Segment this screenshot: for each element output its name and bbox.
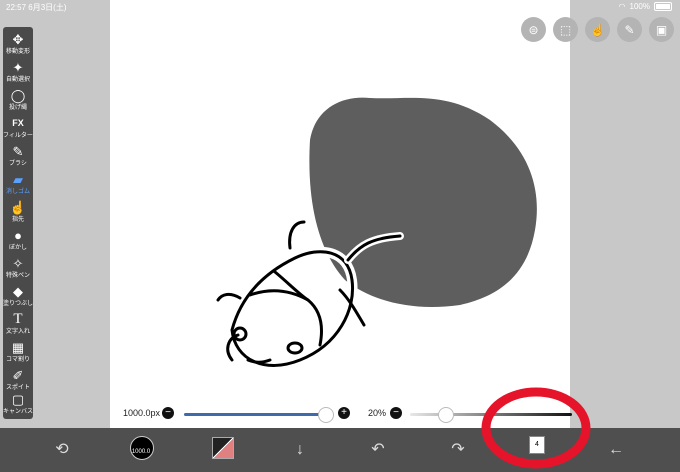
gray-blob xyxy=(309,97,537,308)
drawing-canvas[interactable] xyxy=(110,0,570,428)
arrow-down-icon: ↓ xyxy=(296,441,304,458)
bucket-icon: ◆ xyxy=(13,284,23,299)
download-button[interactable]: ↓ xyxy=(288,438,312,462)
tool-blur[interactable]: ● ぼかし xyxy=(3,225,33,254)
tool-label: 塗りつぶし xyxy=(3,301,34,307)
opacity-minus-button[interactable]: − xyxy=(390,407,402,419)
rotate-button[interactable]: ⟲ xyxy=(50,438,74,462)
size-minus-button[interactable]: − xyxy=(162,407,174,419)
opacity-slider-thumb[interactable] xyxy=(438,407,454,423)
color-picker-button[interactable] xyxy=(212,437,234,459)
opacity-label: 20% xyxy=(368,408,387,418)
tool-brush[interactable]: ✎ ブラシ xyxy=(3,141,33,170)
tool-sidebar: ✥ 移動変形 ✦ 自動選択 ◯ 投げ縄 FX フィルター ✎ ブラシ ▰ 消しゴム ☝ 指先 … xyxy=(3,27,33,419)
size-plus-button[interactable]: + xyxy=(338,407,350,419)
lasso-icon: ◯ xyxy=(10,88,26,103)
undo-button[interactable]: ↶ xyxy=(366,438,390,462)
ruler-button[interactable]: ✎ xyxy=(617,17,642,42)
tool-move[interactable]: ✥ 移動変形 xyxy=(3,29,33,58)
dropper-icon: ✐ xyxy=(12,368,24,383)
arrow-left-icon: ← xyxy=(608,441,624,458)
move-icon: ✥ xyxy=(12,32,24,47)
tool-text[interactable]: T 文字入れ xyxy=(3,309,33,338)
opacity-slider-track[interactable] xyxy=(410,413,572,416)
tool-label: 指先 xyxy=(11,217,24,223)
tool-label: フィルター xyxy=(3,133,33,139)
tool-filter[interactable]: FX フィルター xyxy=(3,113,33,142)
brush-size-display: 1000.0 xyxy=(131,449,151,455)
tool-lasso[interactable]: ◯ 投げ縄 xyxy=(3,85,33,114)
ruler-icon: ✎ xyxy=(624,22,635,37)
canvas-artwork xyxy=(216,97,537,371)
slider-bar: 1000.0px − + 20% − xyxy=(110,404,572,426)
back-button[interactable]: ← xyxy=(604,438,628,462)
magic-wand-icon: ✦ xyxy=(12,60,24,75)
undo-icon: ↶ xyxy=(371,441,385,458)
tool-autoselect[interactable]: ✦ 自動選択 xyxy=(3,57,33,86)
tool-frame[interactable]: ▦ コマ割り xyxy=(3,337,33,366)
brush-size-label: 1000.0px xyxy=(123,408,161,418)
tool-label: 自動選択 xyxy=(5,77,30,83)
battery-icon xyxy=(654,2,672,11)
tool-canvas[interactable]: ▢ キャンバス xyxy=(3,389,33,418)
selection-button[interactable]: ⬚ xyxy=(553,17,578,42)
bottom-toolbar: ⟲ 1000.0 ↓ ↶ ↷ 4 ← xyxy=(0,428,680,472)
touch-button[interactable]: ☝ xyxy=(585,17,610,42)
finger-icon: ☝ xyxy=(9,200,27,215)
redo-icon: ↷ xyxy=(451,441,465,458)
size-slider-thumb[interactable] xyxy=(318,407,334,423)
selection-icon: ⬚ xyxy=(559,22,572,37)
brush-preview-button[interactable] xyxy=(130,436,154,460)
tool-finger[interactable]: ☝ 指先 xyxy=(3,197,33,226)
rotate-icon: ⟲ xyxy=(55,441,69,458)
tool-label: ブラシ xyxy=(9,161,27,167)
status-time-date: 22:57 6月3日(土) xyxy=(6,2,67,13)
tool-label: 消しゴム xyxy=(5,189,30,195)
layer-settings-button[interactable]: ⊜ xyxy=(521,17,546,42)
tool-label: 投げ縄 xyxy=(8,105,27,111)
tool-fill[interactable]: ◆ 塗りつぶし xyxy=(3,281,33,310)
top-right-tools: ⊜ ⬚ ☝ ✎ ▣ xyxy=(521,17,674,42)
hand-icon: ☝ xyxy=(590,22,605,37)
tool-special-pen[interactable]: ✧ 特殊ペン xyxy=(3,253,33,282)
toggle-icon: ⊜ xyxy=(528,22,539,37)
wifi-icon: ◠ xyxy=(618,2,626,11)
text-icon: T xyxy=(13,311,23,327)
fx-icon: FX xyxy=(12,118,24,128)
image-button[interactable]: ▣ xyxy=(649,17,674,42)
redo-button[interactable]: ↷ xyxy=(446,438,470,462)
frame-icon: ▦ xyxy=(11,340,25,355)
drop-icon: ● xyxy=(14,228,22,243)
brush-icon: ✎ xyxy=(12,144,24,159)
tool-label: ぼかし xyxy=(8,245,27,251)
size-slider-track[interactable] xyxy=(184,413,329,416)
status-right: ◠ 100% xyxy=(619,2,672,11)
status-time: 22:57 xyxy=(6,3,27,12)
tool-label: キャンバス xyxy=(3,409,34,415)
image-icon: ▣ xyxy=(655,22,668,37)
layer-button[interactable]: 4 xyxy=(529,436,549,458)
tool-label: 文字入れ xyxy=(5,329,30,335)
right-margin xyxy=(570,0,680,428)
eraser-icon: ▰ xyxy=(13,172,23,187)
tool-label: コマ割り xyxy=(5,357,30,363)
tool-eraser[interactable]: ▰ 消しゴム xyxy=(3,169,33,198)
canvas-icon: ▢ xyxy=(11,392,25,407)
tool-label: 特殊ペン xyxy=(5,273,30,279)
sparkle-pen-icon: ✧ xyxy=(12,256,24,271)
tool-label: 移動変形 xyxy=(5,49,30,55)
status-date: 6月3日(土) xyxy=(28,3,67,12)
battery-percent: 100% xyxy=(629,2,650,11)
